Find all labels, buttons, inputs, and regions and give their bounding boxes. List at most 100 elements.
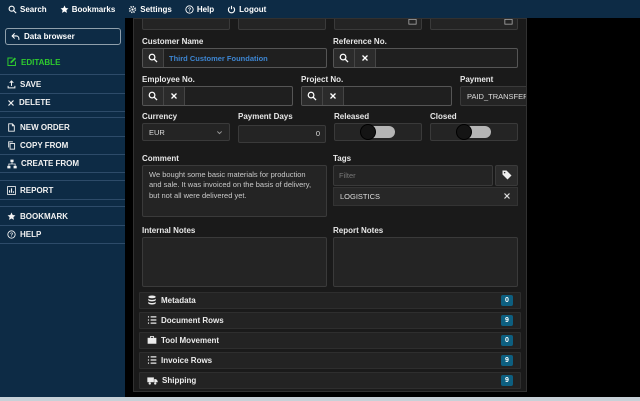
topbar-search[interactable]: Search	[8, 5, 47, 14]
search-icon	[148, 91, 158, 101]
report-notes-textarea[interactable]	[333, 236, 518, 287]
currency-label: Currency	[142, 112, 178, 121]
topbar-bookmarks[interactable]: Bookmarks	[60, 4, 115, 14]
project-no-clear-button[interactable]	[323, 87, 344, 105]
reference-no-group	[333, 48, 518, 68]
released-toggle-knob	[360, 124, 376, 140]
sidebar-item-bookmark[interactable]: BOOKMARK	[0, 207, 125, 225]
sidebar: Data browser EDITABLE SAVE DELETE NEW OR…	[0, 18, 125, 397]
sidebar-item-create-from[interactable]: CREATE FROM	[0, 154, 125, 172]
tag-remove-button[interactable]	[503, 192, 511, 200]
topbar-help[interactable]: ? Help	[185, 5, 214, 14]
sidebar-item-copy-from[interactable]: COPY FROM	[0, 136, 125, 154]
sidebar-group-report: REPORT	[0, 180, 125, 200]
tag-selected-label: LOGISTICS	[340, 191, 381, 201]
topbar-settings[interactable]: Settings	[128, 5, 172, 14]
report-label: REPORT	[20, 185, 54, 195]
payment-value: PAID_TRANSFER	[467, 91, 527, 101]
closed-label: Closed	[430, 112, 457, 121]
clipped-date-field-2[interactable]	[430, 19, 518, 30]
sidebar-group-save: SAVE DELETE	[0, 74, 125, 112]
row-comment-tags: Comment We bought some basic materials f…	[142, 143, 518, 217]
reference-no-clear-button[interactable]	[355, 49, 376, 67]
search-icon	[339, 53, 349, 63]
back-arrow-icon	[11, 33, 20, 40]
order-form-panel: Customer Name Reference No.	[133, 18, 527, 392]
comment-label: Comment	[142, 153, 179, 163]
help-icon: ?	[185, 4, 194, 14]
sidebar-group-order: NEW ORDER COPY FROM CREATE FROM	[0, 117, 125, 173]
section-invoice-rows[interactable]: Invoice Rows 9	[139, 351, 521, 369]
accordion-sections: Metadata 0 Document Rows 9 Tool Movement…	[139, 291, 521, 389]
section-metadata[interactable]: Metadata 0	[139, 291, 521, 309]
payment-select[interactable]: PAID_TRANSFER	[460, 86, 527, 106]
copy-icon	[8, 141, 16, 150]
new-order-label: NEW ORDER	[20, 122, 70, 132]
released-toggle-box	[334, 123, 422, 141]
released-label: Released	[334, 112, 370, 121]
customer-name-search-button[interactable]	[143, 49, 164, 67]
topbar-search-label: Search	[20, 4, 47, 14]
tags-filter-input[interactable]	[333, 164, 493, 186]
reference-no-label: Reference No.	[333, 37, 387, 46]
clipped-field-1[interactable]	[142, 19, 230, 30]
row-notes: Internal Notes Report Notes	[142, 217, 518, 287]
project-no-search-button[interactable]	[302, 87, 323, 105]
payment-label: Payment	[460, 75, 494, 84]
section-tool-movement[interactable]: Tool Movement 0	[139, 331, 521, 349]
x-icon	[8, 99, 14, 106]
section-invoice-rows-label: Invoice Rows	[161, 355, 213, 365]
calendar-icon	[408, 19, 417, 25]
sidebar-item-new-order[interactable]: NEW ORDER	[0, 118, 125, 136]
employee-no-label: Employee No.	[142, 75, 195, 84]
section-tool-movement-label: Tool Movement	[161, 335, 220, 345]
payment-days-input[interactable]	[238, 124, 326, 143]
customer-name-input[interactable]	[164, 49, 326, 67]
chevron-down-icon	[216, 130, 223, 134]
currency-select[interactable]: EUR	[142, 123, 230, 141]
editable-label: EDITABLE	[21, 57, 61, 67]
sidebar-item-report[interactable]: REPORT	[0, 181, 125, 199]
clipped-field-2[interactable]	[238, 19, 326, 30]
payment-days-label: Payment Days	[238, 112, 293, 121]
reference-no-search-button[interactable]	[334, 49, 355, 67]
sidebar-item-help[interactable]: ? HELP	[0, 225, 125, 243]
released-toggle[interactable]	[360, 124, 395, 140]
help-label: HELP	[20, 230, 42, 239]
list-icon	[147, 356, 157, 364]
tags-label: Tags	[333, 153, 352, 163]
horizontal-scrollbar[interactable]	[0, 397, 640, 401]
clipped-date-field-1[interactable]	[334, 19, 422, 30]
sidebar-item-delete[interactable]: DELETE	[0, 93, 125, 111]
closed-toggle[interactable]	[456, 124, 491, 140]
row-currency-toggles: Currency EUR Payment Days Released Close…	[142, 106, 518, 143]
project-no-input[interactable]	[344, 87, 451, 105]
star-icon	[7, 211, 16, 220]
sidebar-item-save[interactable]: SAVE	[0, 75, 125, 93]
section-document-rows[interactable]: Document Rows 9	[139, 311, 521, 329]
database-icon	[148, 295, 156, 305]
data-browser-button[interactable]: Data browser	[5, 28, 121, 45]
section-invoice-rows-count-badge: 9	[501, 354, 513, 366]
section-shipping[interactable]: Shipping 9	[139, 371, 521, 389]
employee-no-clear-button[interactable]	[164, 87, 185, 105]
data-browser-label: Data browser	[24, 32, 75, 41]
save-label: SAVE	[20, 79, 42, 89]
currency-value: EUR	[149, 127, 165, 137]
star-icon	[60, 4, 69, 13]
comment-textarea[interactable]: We bought some basic materials for produ…	[142, 164, 327, 217]
truck-icon	[147, 376, 158, 385]
top-navbar: Search Bookmarks Settings ? Help Logout	[0, 0, 640, 18]
save-upload-icon	[7, 79, 16, 88]
topbar-logout-label: Logout	[239, 4, 267, 14]
employee-no-input[interactable]	[185, 87, 292, 105]
tags-button[interactable]	[495, 164, 518, 186]
sidebar-group-misc: BOOKMARK ? HELP	[0, 206, 125, 244]
topbar-settings-label: Settings	[140, 4, 172, 14]
briefcase-icon	[147, 336, 157, 344]
employee-no-search-button[interactable]	[143, 87, 164, 105]
tag-selected-row[interactable]: LOGISTICS	[333, 186, 518, 206]
internal-notes-textarea[interactable]	[142, 236, 327, 287]
topbar-logout[interactable]: Logout	[227, 5, 266, 14]
reference-no-input[interactable]	[376, 49, 517, 67]
